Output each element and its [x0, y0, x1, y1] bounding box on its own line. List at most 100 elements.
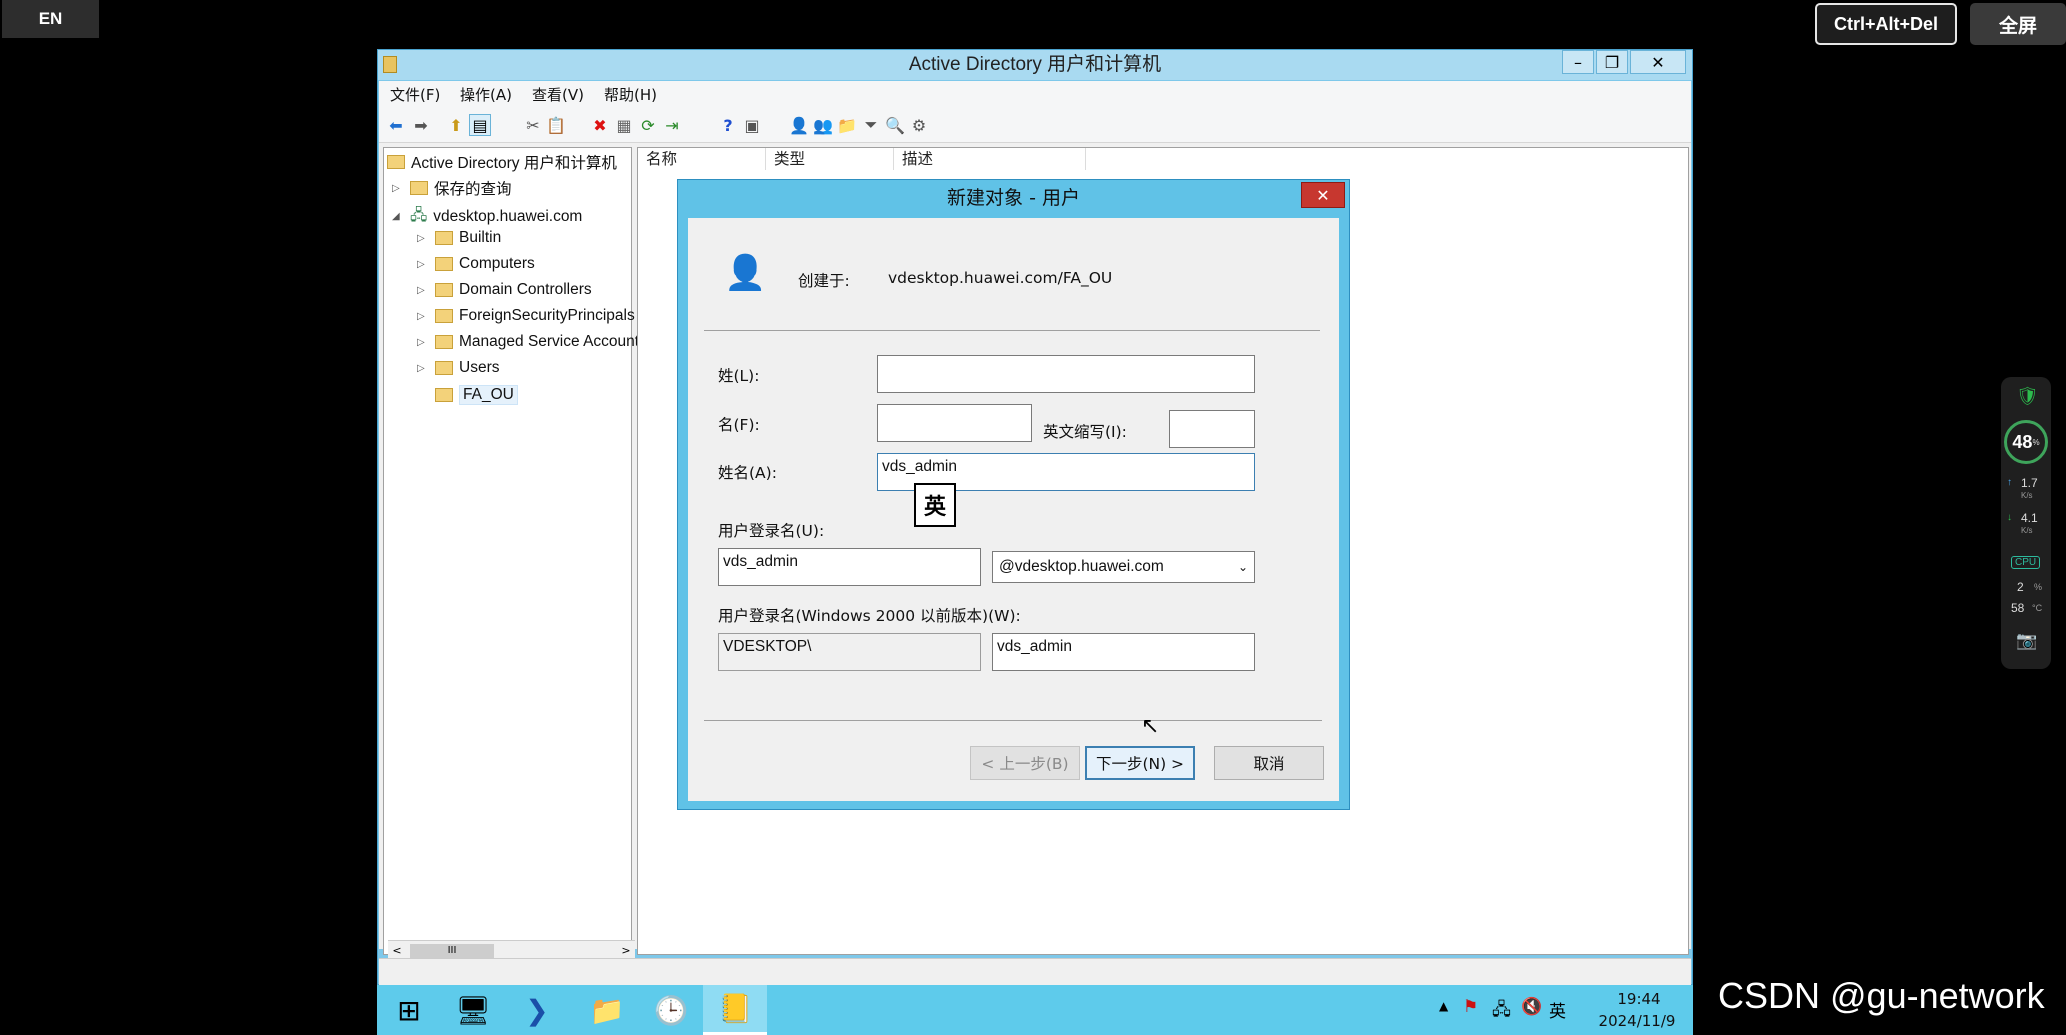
- domain-icon: 🖧: [410, 207, 428, 224]
- tray-expand-icon[interactable]: ▲: [1439, 999, 1448, 1013]
- ctrl-alt-del-button[interactable]: Ctrl+Alt+Del: [1815, 3, 1957, 45]
- expand-icon[interactable]: ▷: [417, 285, 429, 296]
- scroll-thumb[interactable]: III: [410, 943, 494, 958]
- logon-name-field[interactable]: vds_admin: [718, 548, 981, 586]
- menu-view[interactable]: 查看(V): [532, 84, 584, 105]
- status-bar: [379, 958, 1691, 986]
- tree-item-fa-ou[interactable]: FA_OU: [435, 385, 518, 405]
- chevron-down-icon: ⌄: [1237, 560, 1248, 574]
- domain-suffix-select[interactable]: @vdesktop.huawei.com ⌄: [992, 551, 1255, 583]
- refresh-icon[interactable]: ⟳: [637, 114, 659, 136]
- aduc-root-icon: [387, 155, 405, 169]
- aduc-taskbar-icon[interactable]: 📒: [703, 985, 767, 1035]
- volume-muted-icon[interactable]: 🔇: [1521, 997, 1542, 1017]
- tree-item-computers[interactable]: ▷ Computers: [417, 255, 535, 273]
- title-bar[interactable]: Active Directory 用户和计算机 – ❐ ✕: [378, 50, 1692, 80]
- server-manager-icon[interactable]: 🖥: [441, 985, 505, 1035]
- initials-label: 英文缩写(I):: [1043, 423, 1127, 441]
- properties-icon[interactable]: ▦: [613, 114, 635, 136]
- scroll-left-icon[interactable]: <: [388, 944, 406, 957]
- tree-item-saved-queries[interactable]: ▷ 保存的查询: [392, 177, 512, 199]
- upload-speed: 1.7: [2021, 476, 2038, 490]
- expand-icon[interactable]: ▷: [417, 259, 429, 270]
- full-name-label: 姓名(A):: [718, 464, 777, 482]
- taskbar: ⊞ 🖥 ❯ 📁 🕒 📒 ▲ ⚑ 🖧 🔇 英 19:44 2024/11/9: [377, 985, 1693, 1035]
- logon-name-label: 用户登录名(U):: [718, 522, 825, 540]
- camera-icon[interactable]: 📷: [2016, 631, 2037, 651]
- file-explorer-icon[interactable]: 📁: [575, 985, 639, 1035]
- ime-tray-icon[interactable]: 英: [1549, 997, 1566, 1022]
- restore-button[interactable]: ❐: [1596, 50, 1628, 74]
- tree-root[interactable]: Active Directory 用户和计算机: [387, 151, 617, 173]
- surname-field[interactable]: [877, 355, 1255, 393]
- add-to-group-icon[interactable]: ⚙: [908, 114, 930, 136]
- start-icon[interactable]: ⊞: [377, 985, 441, 1035]
- given-name-label: 名(F):: [718, 416, 760, 434]
- expand-icon[interactable]: ▷: [417, 363, 429, 374]
- dialog-body: 👤 创建于: vdesktop.huawei.com/FA_OU 姓(L): 名…: [688, 218, 1339, 801]
- export-icon[interactable]: ⇥: [661, 114, 683, 136]
- given-name-field[interactable]: [877, 404, 1032, 442]
- fullscreen-button[interactable]: 全屏: [1970, 3, 2066, 45]
- window-title: Active Directory 用户和计算机: [908, 54, 1162, 75]
- cut-icon[interactable]: ✂: [522, 114, 544, 136]
- system-monitor-widget[interactable]: 🛡 48% ↑ 1.7 K/s ↓ 4.1 K/s CPU 2 % 58 °C …: [2001, 377, 2051, 669]
- tree-item-builtin[interactable]: ▷ Builtin: [417, 229, 501, 247]
- menu-action[interactable]: 操作(A): [460, 84, 512, 105]
- pre-2000-domain-field: VDESKTOP\: [718, 633, 981, 671]
- menu-file[interactable]: 文件(F): [390, 84, 440, 105]
- up-icon[interactable]: ⬆: [445, 114, 467, 136]
- filter-icon[interactable]: ⏷: [860, 114, 882, 136]
- new-user-icon[interactable]: 👤: [788, 114, 810, 136]
- language-badge[interactable]: EN: [2, 0, 99, 38]
- column-description[interactable]: 描述: [894, 148, 1086, 170]
- back-button[interactable]: < 上一步(B): [970, 746, 1080, 780]
- created-in-value: vdesktop.huawei.com/FA_OU: [888, 269, 1113, 287]
- clock-date[interactable]: 2024/11/9: [1587, 1012, 1687, 1030]
- expand-icon[interactable]: ▷: [392, 183, 404, 194]
- minimize-button[interactable]: –: [1562, 50, 1594, 74]
- column-type[interactable]: 类型: [766, 148, 894, 170]
- help-icon[interactable]: ?: [717, 114, 739, 136]
- delete-icon[interactable]: ✖: [589, 114, 611, 136]
- cancel-button[interactable]: 取消: [1214, 746, 1324, 780]
- tree-item-users[interactable]: ▷ Users: [417, 359, 499, 377]
- tree-item-domain[interactable]: ◢ 🖧 vdesktop.huawei.com: [392, 203, 582, 230]
- action-center-flag-icon[interactable]: ⚑: [1463, 997, 1478, 1017]
- expand-icon[interactable]: ▷: [417, 311, 429, 322]
- console-tree: Active Directory 用户和计算机 ▷ 保存的查询 ◢ 🖧 vdes…: [383, 147, 647, 960]
- new-group-icon[interactable]: 👥: [812, 114, 834, 136]
- scroll-right-icon[interactable]: >: [617, 944, 635, 957]
- task-scheduler-icon[interactable]: 🕒: [639, 985, 703, 1035]
- dialog-close-button[interactable]: ✕: [1301, 182, 1345, 208]
- menu-help[interactable]: 帮助(H): [604, 84, 657, 105]
- expand-icon[interactable]: ▷: [417, 337, 429, 348]
- ime-mode-popup: 英: [914, 483, 956, 527]
- close-button[interactable]: ✕: [1630, 50, 1686, 74]
- column-name[interactable]: 名称: [638, 148, 766, 170]
- forward-icon[interactable]: ➡: [410, 114, 432, 136]
- new-ou-icon[interactable]: 📁: [836, 114, 858, 136]
- find-icon[interactable]: 🔍: [884, 114, 906, 136]
- tree-horizontal-scrollbar[interactable]: < III >: [388, 940, 635, 960]
- pre-2000-logon-label: 用户登录名(Windows 2000 以前版本)(W):: [718, 607, 1021, 625]
- collapse-icon[interactable]: ◢: [392, 211, 404, 222]
- view-icon[interactable]: ▣: [741, 114, 763, 136]
- initials-field[interactable]: [1169, 410, 1255, 448]
- tree-item-foreign-security-principals[interactable]: ▷ ForeignSecurityPrincipals: [417, 307, 635, 325]
- network-icon[interactable]: 🖧: [1492, 997, 1511, 1026]
- next-button[interactable]: 下一步(N) >: [1085, 746, 1195, 780]
- show-console-tree-icon[interactable]: ▤: [469, 114, 491, 136]
- tree-item-domain-controllers[interactable]: ▷ Domain Controllers: [417, 281, 592, 299]
- powershell-icon[interactable]: ❯: [505, 985, 569, 1035]
- back-icon[interactable]: ⬅: [385, 114, 407, 136]
- folder-icon: [435, 361, 453, 375]
- download-speed: 4.1: [2021, 511, 2038, 525]
- pre-2000-user-field[interactable]: vds_admin: [992, 633, 1255, 671]
- copy-icon[interactable]: 📋: [545, 114, 567, 136]
- clock-time[interactable]: 19:44: [1599, 990, 1679, 1008]
- folder-icon: [435, 335, 453, 349]
- folder-icon: [435, 231, 453, 245]
- tree-item-managed-service-accounts[interactable]: ▷ Managed Service Accounts: [417, 333, 647, 351]
- expand-icon[interactable]: ▷: [417, 233, 429, 244]
